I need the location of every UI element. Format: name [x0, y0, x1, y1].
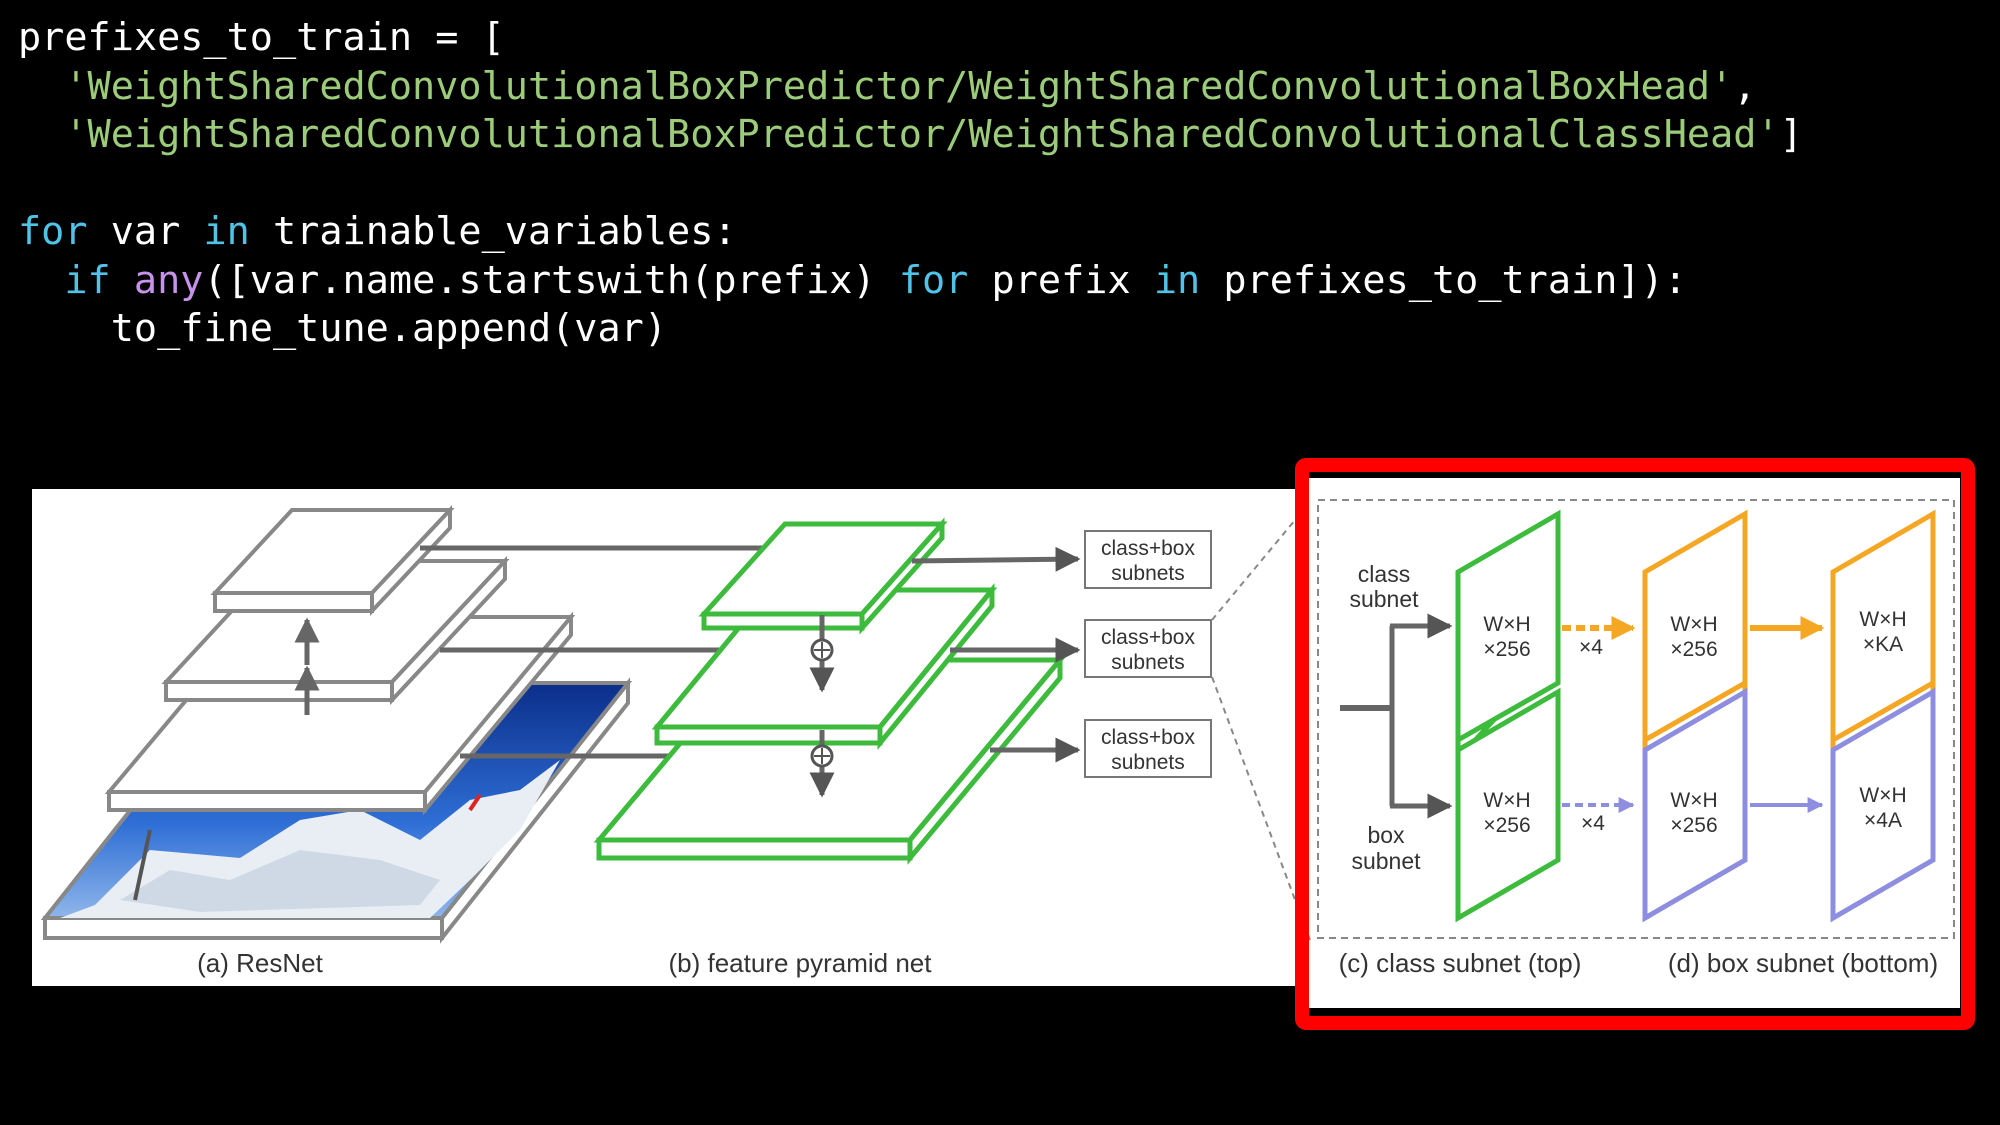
- block-label-line1: W×H: [1670, 789, 1717, 812]
- class-subnet-label-line1: class: [1358, 561, 1410, 587]
- block-label-line2: ×256: [1670, 638, 1717, 661]
- block-label-line1: W×H: [1670, 613, 1717, 636]
- subnet-label-line2: subnets: [1111, 562, 1185, 585]
- subnet-label-line1: class+box: [1101, 726, 1195, 749]
- block-label-line2: ×KA: [1863, 633, 1903, 656]
- box-subnet-label-line1: box: [1367, 822, 1405, 848]
- block-label-line1: W×H: [1483, 789, 1530, 812]
- subnet-input-branch: [1340, 613, 1453, 819]
- class-repeat-label: ×4: [1579, 636, 1603, 659]
- block-label-line1: W×H: [1483, 613, 1530, 636]
- fpn-stack: [593, 517, 1066, 865]
- subnet-label-line1: class+box: [1101, 626, 1195, 649]
- block-label-line2: ×256: [1483, 814, 1530, 837]
- block-label-line2: ×4A: [1864, 809, 1902, 832]
- retinanet-diagram: class+box subnets class+box subnets clas…: [40, 458, 1975, 1030]
- caption-class-subnet: (c) class subnet (top): [1339, 948, 1582, 978]
- subnet-label-line2: subnets: [1111, 751, 1185, 774]
- block-label-line1: W×H: [1859, 608, 1906, 631]
- caption-resnet: (a) ResNet: [197, 948, 323, 978]
- subnet-box-3: class+box subnets: [1084, 719, 1212, 778]
- box-subnet-label-line2: subnet: [1351, 848, 1421, 874]
- caption-fpn: (b) feature pyramid net: [668, 948, 932, 978]
- block-label-line1: W×H: [1859, 784, 1906, 807]
- subnet-box-2: class+box subnets: [1084, 619, 1212, 678]
- block-label-line2: ×256: [1670, 814, 1717, 837]
- class-subnet-label-line2: subnet: [1349, 586, 1419, 612]
- subnet-label-line2: subnets: [1111, 651, 1185, 674]
- caption-box-subnet: (d) box subnet (bottom): [1668, 948, 1938, 978]
- block-label-line2: ×256: [1483, 638, 1530, 661]
- subnet-label-line1: class+box: [1101, 537, 1195, 560]
- subnet-box-1: class+box subnets: [1084, 530, 1212, 589]
- resnet-stack: [40, 504, 633, 944]
- box-repeat-label: ×4: [1581, 812, 1605, 835]
